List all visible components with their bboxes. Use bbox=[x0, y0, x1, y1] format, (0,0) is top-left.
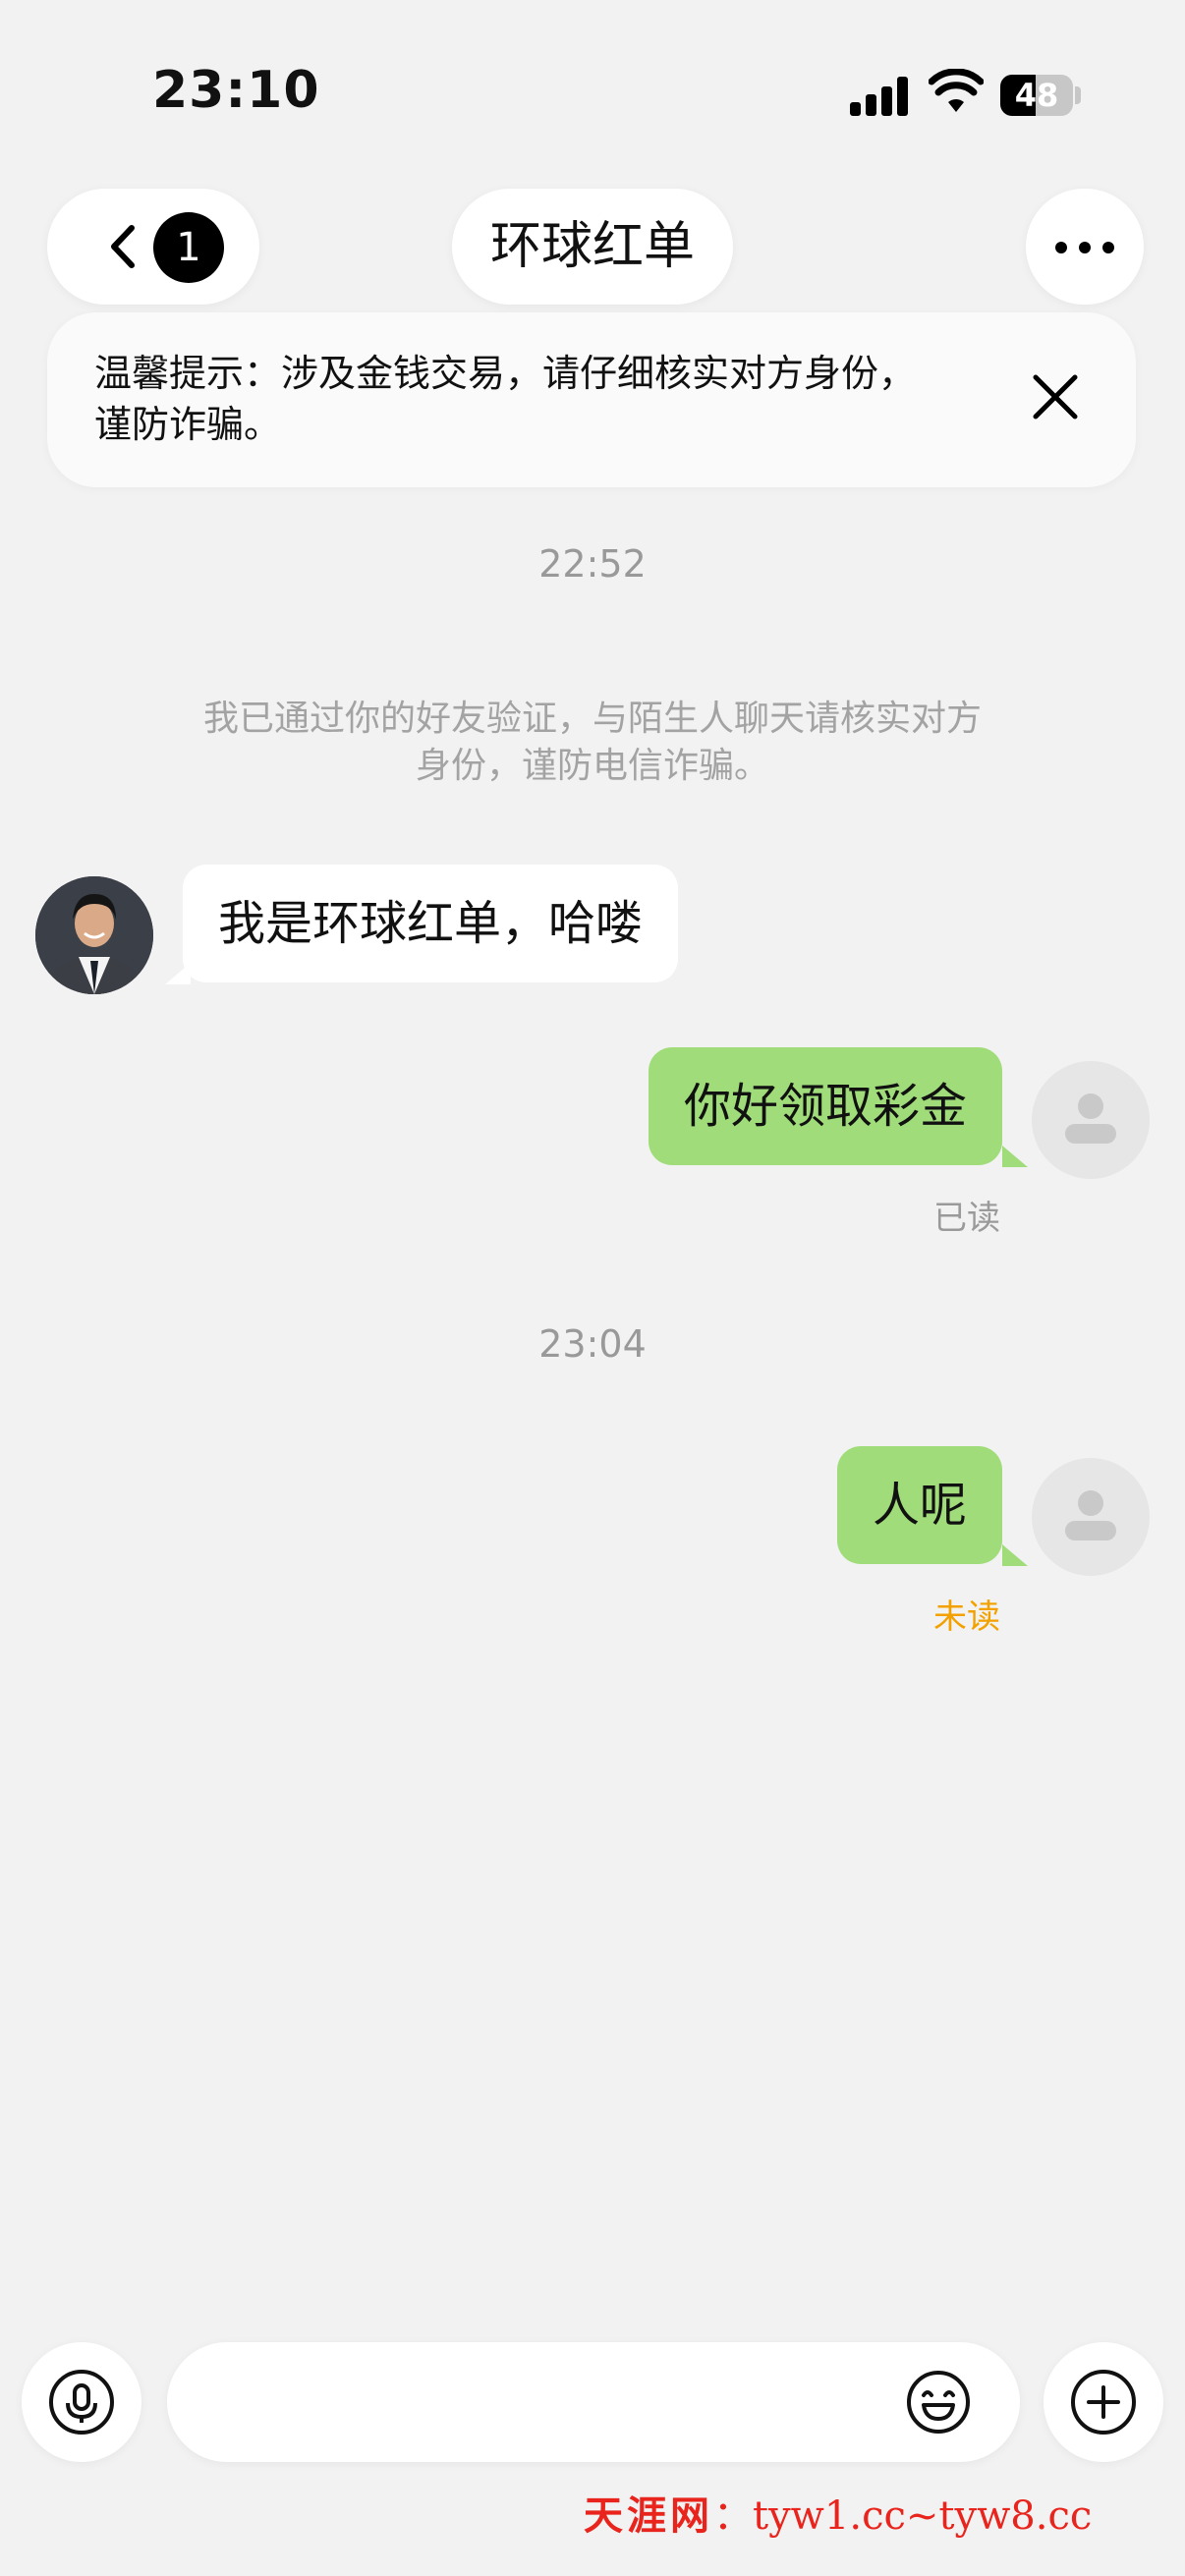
chat-title-button[interactable]: 环球红单 bbox=[452, 189, 733, 305]
safety-tip-banner: 温馨提示：涉及金钱交易，请仔细核实对方身份，谨防诈骗。 bbox=[47, 312, 1136, 487]
outgoing-message-bubble[interactable]: 人呢 bbox=[836, 1446, 1002, 1564]
chat-timestamp: 23:04 bbox=[538, 1322, 647, 1366]
wifi-icon bbox=[929, 69, 984, 112]
more-actions-button[interactable] bbox=[1044, 2342, 1163, 2462]
my-avatar[interactable] bbox=[1032, 1061, 1150, 1179]
watermark-brand: 天涯网 bbox=[584, 2492, 713, 2539]
user-placeholder-icon bbox=[1065, 1093, 1116, 1144]
watermark-separator: ： bbox=[713, 2493, 753, 2539]
read-status: 已读 bbox=[933, 1199, 1000, 1238]
plus-icon bbox=[1071, 2370, 1136, 2435]
bubble-tail bbox=[1002, 1146, 1028, 1167]
site-watermark: 天涯网：tyw1.cc~tyw8.cc bbox=[584, 2484, 1092, 2541]
watermark-urls: tyw1.cc~tyw8.cc bbox=[753, 2493, 1093, 2539]
more-button[interactable] bbox=[1026, 189, 1144, 305]
my-avatar[interactable] bbox=[1032, 1458, 1150, 1576]
incoming-message-bubble[interactable]: 我是环球红单，哈喽 bbox=[183, 865, 679, 982]
bubble-tail bbox=[1002, 1544, 1028, 1566]
battery-level: 48 bbox=[1014, 77, 1059, 114]
emoji-icon[interactable] bbox=[906, 2370, 971, 2435]
user-placeholder-icon bbox=[1065, 1490, 1116, 1540]
chat-title: 环球红单 bbox=[489, 217, 695, 276]
outgoing-message-bubble[interactable]: 你好领取彩金 bbox=[648, 1047, 1002, 1165]
back-button[interactable]: 1 bbox=[47, 189, 259, 305]
person-photo-icon bbox=[35, 876, 153, 994]
microphone-icon bbox=[49, 2370, 114, 2435]
system-notice: 我已通过你的好友验证，与陌生人聊天请核实对方身份，谨防电信诈骗。 bbox=[202, 699, 982, 786]
contact-avatar[interactable] bbox=[35, 876, 153, 994]
battery-tip bbox=[1075, 86, 1081, 104]
message-input[interactable] bbox=[167, 2342, 1020, 2462]
unread-count-badge: 1 bbox=[153, 212, 224, 283]
chat-timestamp: 22:52 bbox=[538, 542, 647, 586]
safety-tip-text: 温馨提示：涉及金钱交易，请仔细核实对方身份，谨防诈骗。 bbox=[94, 352, 917, 446]
battery-icon: 48 bbox=[1000, 75, 1073, 116]
close-icon[interactable] bbox=[1030, 371, 1081, 422]
cellular-signal-icon bbox=[850, 77, 909, 116]
chevron-left-icon bbox=[111, 225, 135, 268]
more-icon bbox=[1055, 242, 1067, 253]
status-time: 23:10 bbox=[152, 61, 320, 120]
voice-input-button[interactable] bbox=[22, 2342, 141, 2462]
unread-status: 未读 bbox=[933, 1597, 1000, 1637]
